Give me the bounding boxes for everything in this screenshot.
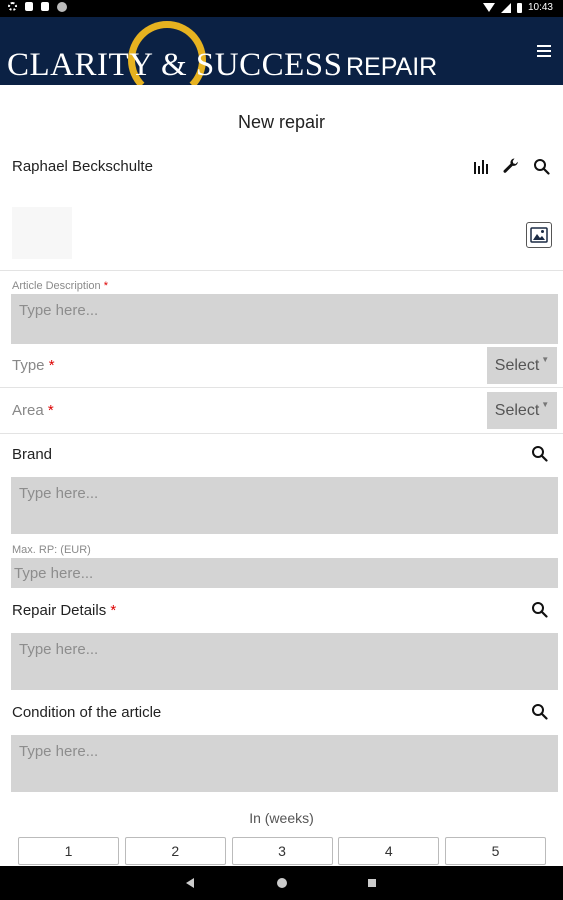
status-bar: 10:43 [0,0,563,17]
brand-search-icon[interactable] [531,445,551,465]
caret-down-icon: ▼ [541,355,550,364]
status-notification-icons [8,2,67,12]
area-select[interactable]: Select ▼ [487,392,557,429]
weeks-label: In (weeks) [249,810,314,826]
user-name: Raphael Beckschulte [12,158,153,175]
battery-icon [516,2,522,13]
repair-details-field[interactable] [11,633,558,690]
page-title: New repair [237,112,326,132]
recent-apps-icon[interactable] [368,879,376,887]
system-nav-bar [0,866,563,900]
top-action-icons [471,156,551,176]
signal-icon [500,2,511,13]
logo-subtitle: REPAIR [346,53,438,81]
max-rp-field[interactable] [11,558,558,588]
type-label: Type * [12,357,55,374]
wrench-icon[interactable] [501,156,521,176]
image-icon[interactable] [526,222,552,248]
brand-label: Brand [12,446,53,463]
repair-details-label: Repair Details * [12,602,117,619]
app-header: CLARITY & SUCCESS REPAIR [0,17,563,85]
wifi-icon [482,3,495,12]
type-select[interactable]: Select ▼ [487,347,557,384]
logo-text: CLARITY & SUCCESS [7,47,343,83]
condition-label: Condition of the article [12,704,162,721]
week-option-1[interactable]: 1 [18,837,119,865]
divider [0,387,563,388]
week-option-2[interactable]: 2 [124,837,226,865]
article-description-label: Article Description * [12,280,108,292]
storage-icon [41,2,49,11]
week-option-3[interactable]: 3 [231,837,333,865]
sync-icon [57,2,67,12]
condition-field[interactable] [11,735,558,792]
weeks-options: 1 2 3 4 5 [18,837,546,865]
notification-icon [25,2,33,11]
repair-details-search-icon[interactable] [531,601,551,621]
divider [0,433,563,434]
condition-search-icon[interactable] [531,703,551,723]
settings-icon [8,2,17,11]
hamburger-menu-icon[interactable] [537,45,551,57]
week-option-5[interactable]: 5 [445,837,546,865]
max-rp-label: Max. RP: (EUR) [12,544,91,556]
caret-down-icon: ▼ [541,400,550,409]
area-label: Area * [12,402,54,419]
brand-field[interactable] [11,477,558,534]
week-option-4[interactable]: 4 [338,837,440,865]
article-description-field[interactable] [11,294,558,344]
photo-thumbnail[interactable] [12,207,72,259]
divider [0,270,563,271]
bar-chart-icon[interactable] [471,156,491,176]
status-system-icons: 10:43 [482,2,553,13]
search-icon[interactable] [531,156,551,176]
home-icon[interactable] [277,878,287,888]
back-icon[interactable] [186,878,194,888]
status-time: 10:43 [527,2,553,13]
